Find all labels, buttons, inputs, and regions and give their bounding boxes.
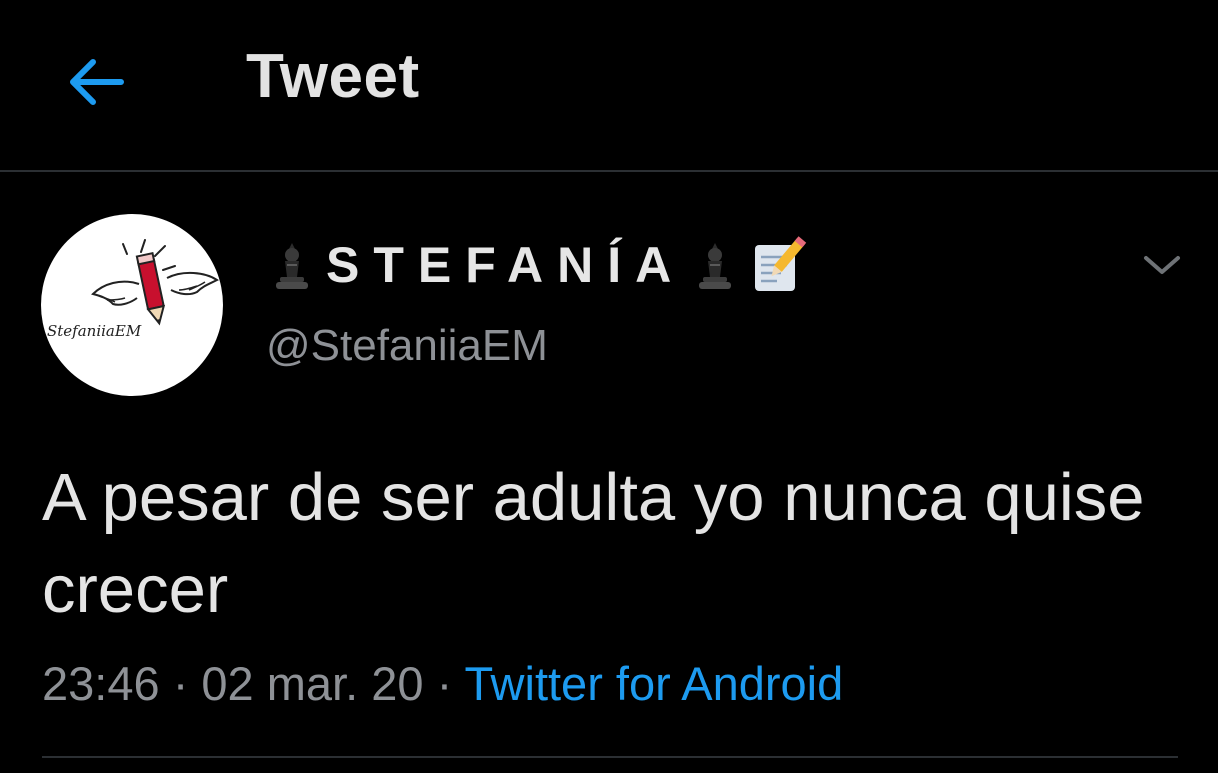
chess-piece-icon — [276, 243, 308, 289]
arrow-left-icon — [70, 59, 124, 105]
tweet-time: 23:46 — [42, 657, 160, 710]
tweet-text: A pesar de ser adulta yo nunca quise cre… — [42, 460, 1145, 627]
author-name-row[interactable]: STEFANÍA — [268, 232, 807, 298]
top-app-bar: Tweet — [0, 0, 1218, 172]
tweet-date: 02 mar. 20 — [201, 657, 424, 710]
tweet-screen: Tweet StefaniiaEM STEFANÍA @StefaniiaEM … — [0, 0, 1218, 773]
tweet-source-link[interactable]: Twitter for Android — [464, 657, 843, 710]
chevron-down-icon[interactable] — [1140, 248, 1184, 282]
meta-separator: · — [436, 657, 453, 710]
divider — [42, 756, 1178, 758]
page-title: Tweet — [246, 42, 420, 111]
chess-piece-icon — [699, 243, 732, 289]
author-display-name: STEFANÍA — [326, 237, 686, 293]
avatar[interactable]: StefaniiaEM — [41, 214, 223, 396]
author-handle[interactable]: @StefaniiaEM — [266, 324, 548, 368]
meta-separator: · — [172, 657, 189, 710]
tweet-metadata: 23:46 · 02 mar. 20 · Twitter for Android — [42, 660, 843, 707]
svg-text:StefaniiaEM: StefaniiaEM — [47, 322, 142, 340]
avatar-logo-image: StefaniiaEM — [47, 239, 219, 340]
memo-icon — [755, 236, 807, 291]
back-button[interactable] — [60, 50, 130, 114]
